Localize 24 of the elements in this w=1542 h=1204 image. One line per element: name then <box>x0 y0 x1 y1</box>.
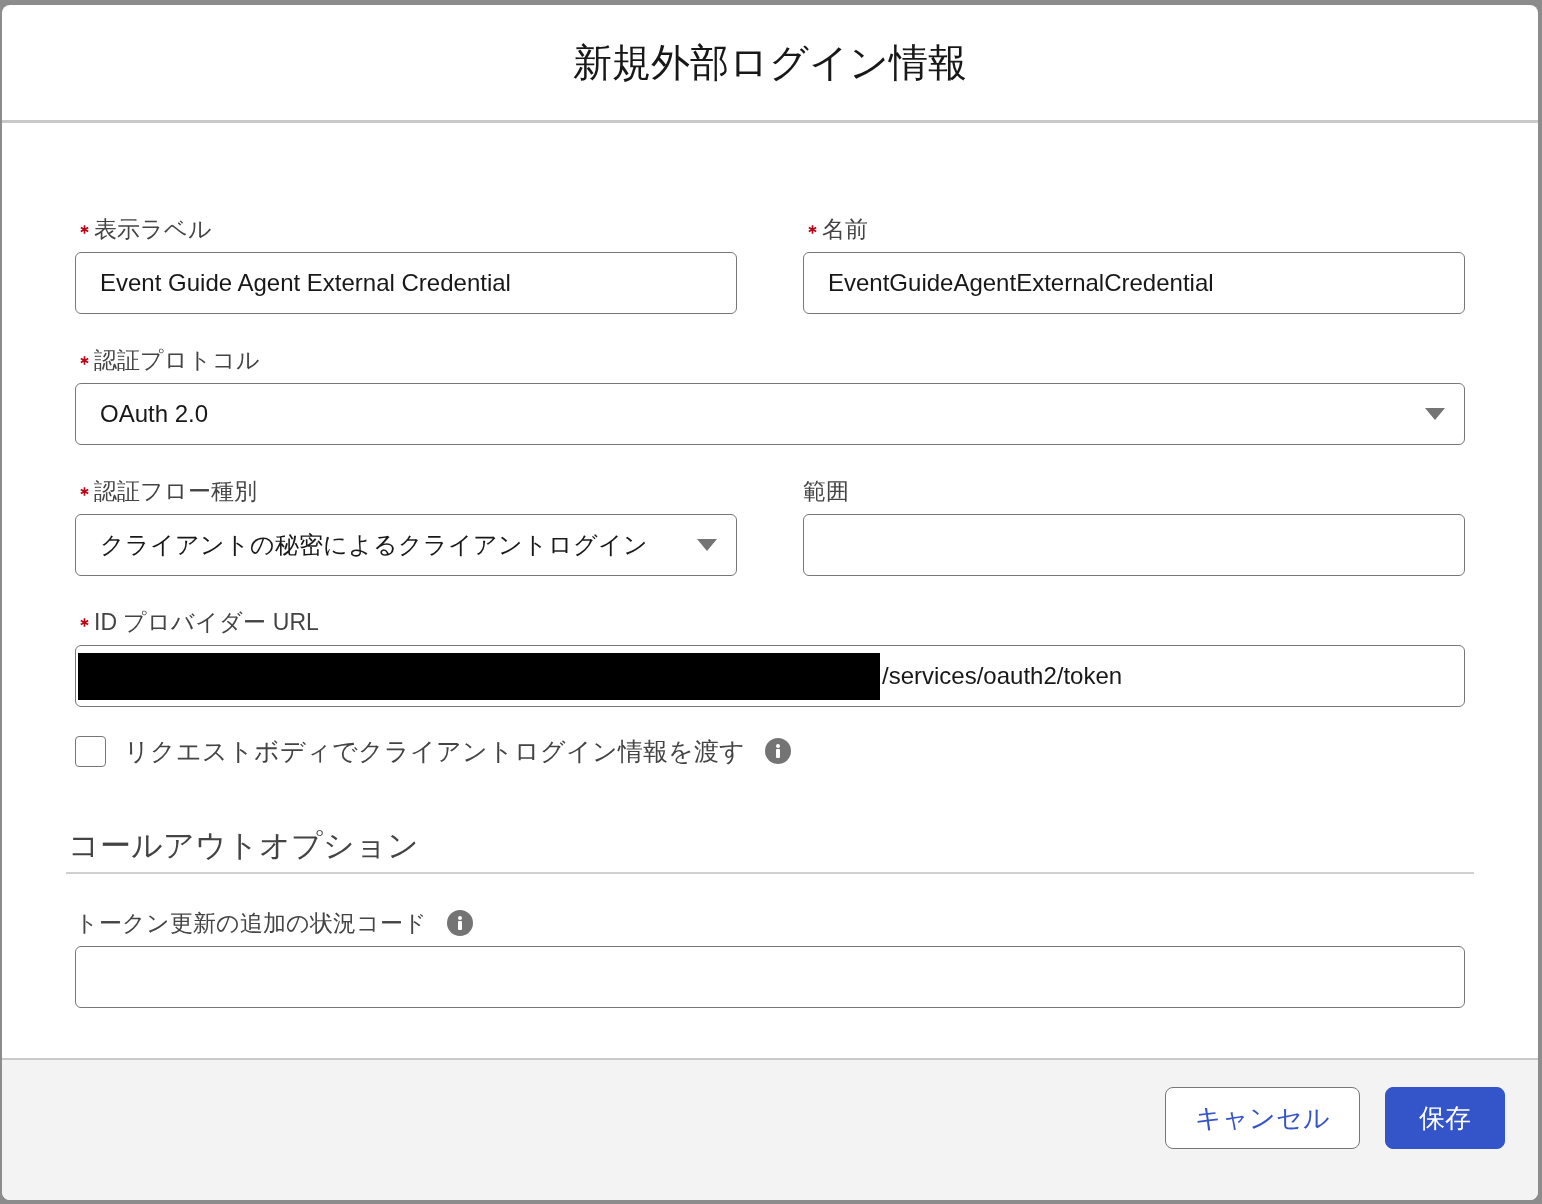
field-label: トークン更新の追加の状況コード <box>75 909 427 938</box>
checkbox-label: リクエストボディでクライアントログイン情報を渡す <box>124 735 745 767</box>
input-field[interactable] <box>803 514 1465 576</box>
caret-down-icon <box>697 539 717 551</box>
save-button[interactable]: 保存 <box>1385 1087 1505 1149</box>
field-label: ID プロバイダー URL <box>94 608 319 637</box>
caret-down-icon <box>1425 408 1445 420</box>
select-field[interactable]: OAuth 2.0 <box>75 383 1465 445</box>
input-field[interactable]: /services/oauth2/token <box>75 645 1465 707</box>
field-label: 認証フロー種別 <box>94 477 257 506</box>
input-field[interactable]: EventGuideAgentExternalCredential <box>803 252 1465 314</box>
checkbox[interactable] <box>75 735 106 767</box>
info-icon[interactable] <box>447 910 473 936</box>
input-field[interactable]: Event Guide Agent External Credential <box>75 252 737 314</box>
input-field[interactable] <box>75 946 1465 1008</box>
field-label: 範囲 <box>803 477 849 506</box>
field-label: 名前 <box>822 215 868 244</box>
field-label: 表示ラベル <box>94 215 212 244</box>
info-icon[interactable] <box>765 738 791 764</box>
select-field[interactable]: クライアントの秘密によるクライアントログイン <box>75 514 737 576</box>
dialog-title: 新規外部ログイン情報 <box>573 39 967 86</box>
field-label: 認証プロトコル <box>94 346 260 375</box>
cancel-button[interactable]: キャンセル <box>1165 1087 1360 1149</box>
section-heading: コールアウトオプション <box>68 828 420 864</box>
